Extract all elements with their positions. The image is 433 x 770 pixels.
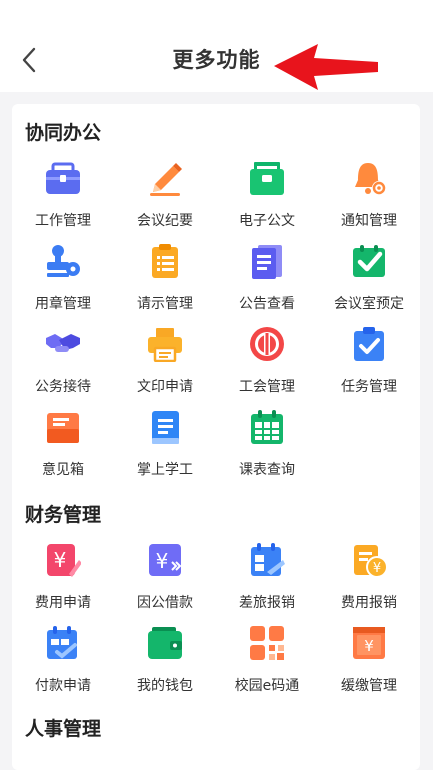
grid-item-label: 请示管理 [137, 296, 193, 312]
grid-item[interactable]: 用章管理 [12, 243, 114, 327]
section-title-finance: 财务管理 [25, 504, 102, 526]
reimburse-coin-icon: ¥ [354, 545, 387, 578]
grid-item[interactable]: 任务管理 [318, 326, 420, 410]
grid-item[interactable]: 校园e码通 [216, 625, 318, 709]
grid-item[interactable]: 会议室预定 [318, 243, 420, 327]
grid-item[interactable]: 付款申请 [12, 625, 114, 709]
svg-text:¥: ¥ [156, 549, 169, 573]
grid-item-label: 因公借款 [137, 595, 193, 611]
mailbox-icon [47, 413, 79, 443]
function-card: 协同办公 工作管理 会议纪要 电子公文 通知管理用章管理 请示管理 公告查看 会议室预定公务… [12, 104, 420, 770]
grid-item-label: 意见箱 [42, 462, 84, 478]
grid-item[interactable]: 请示管理 [114, 243, 216, 327]
grid-item[interactable]: 掌上学工 [114, 409, 216, 493]
grid-item[interactable]: 工会管理 [216, 326, 318, 410]
grid-item-label: 缓缴管理 [341, 678, 397, 694]
payment-calendar-icon [47, 626, 77, 659]
handshake-icon [46, 334, 80, 352]
grid-item[interactable]: ¥ 因公借款 [114, 542, 216, 626]
grid-item-label: 用章管理 [35, 296, 91, 312]
printer-icon [148, 328, 182, 362]
grid-item[interactable]: 会议纪要 [114, 160, 216, 244]
grid-item[interactable]: 意见箱 [12, 409, 114, 493]
grid-item-label: 会议室预定 [334, 296, 404, 312]
grid-item-label: 工会管理 [239, 379, 295, 395]
calendar-icon [251, 410, 283, 444]
grid-item[interactable]: 差旅报销 [216, 542, 318, 626]
grid-item[interactable]: 通知管理 [318, 160, 420, 244]
svg-text:¥: ¥ [54, 548, 67, 572]
grid-item-label: 工作管理 [35, 213, 91, 229]
section-title-hr: 人事管理 [25, 718, 102, 740]
section-title-collaboration: 协同办公 [25, 122, 102, 144]
grid-item-label: 文印申请 [137, 379, 193, 395]
yuan-arrow-icon: ¥ [149, 544, 182, 576]
grid-item[interactable]: 我的钱包 [114, 625, 216, 709]
grid-item[interactable]: 文印申请 [114, 326, 216, 410]
book-icon [152, 411, 179, 444]
stamp-icon [47, 245, 80, 277]
pen-icon [150, 163, 182, 196]
document-icon [252, 245, 282, 279]
task-check-icon [354, 327, 384, 361]
briefcase-icon [46, 162, 80, 194]
grid-item[interactable]: 公告查看 [216, 243, 318, 327]
grid-item-label: 电子公文 [239, 213, 295, 229]
grid-item-label: 费用报销 [341, 595, 397, 611]
grid-item[interactable]: 公务接待 [12, 326, 114, 410]
grid-item-label: 费用申请 [35, 595, 91, 611]
grid-item-label: 公务接待 [35, 379, 91, 395]
grid-item-label: 课表查询 [239, 462, 295, 478]
grid-item-label: 公告查看 [239, 296, 295, 312]
deferral-box-icon: ¥ [353, 627, 385, 659]
grid-item-label: 通知管理 [341, 213, 397, 229]
yuan-pen-icon: ¥ [47, 544, 81, 577]
grid-item-label: 付款申请 [35, 678, 91, 694]
grid-item[interactable]: ¥ 费用申请 [12, 542, 114, 626]
grid-item-label: 我的钱包 [137, 678, 193, 694]
grid-item[interactable]: 工作管理 [12, 160, 114, 244]
travel-calendar-icon [251, 543, 285, 576]
svg-text:¥: ¥ [364, 637, 374, 655]
red-annotation-arrow-icon [274, 44, 378, 90]
grid-item[interactable]: 电子公文 [216, 160, 318, 244]
folder-icon [250, 162, 284, 195]
grid-item[interactable]: ¥ 费用报销 [318, 542, 420, 626]
grid-item-label: 会议纪要 [137, 213, 193, 229]
grid-item-label: 掌上学工 [137, 462, 193, 478]
grid-item-label: 校园e码通 [234, 678, 300, 694]
union-badge-icon [250, 327, 284, 361]
wallet-icon [148, 627, 182, 659]
top-bar: 更多功能 [0, 0, 433, 92]
qr-code-icon [250, 626, 284, 660]
check-board-icon [353, 245, 385, 277]
grid-item-label: 任务管理 [341, 379, 397, 395]
grid-item-label: 差旅报销 [239, 595, 295, 611]
bell-icon [355, 163, 386, 195]
svg-text:¥: ¥ [373, 561, 381, 576]
grid-item[interactable]: ¥ 缓缴管理 [318, 625, 420, 709]
grid-item[interactable]: 课表查询 [216, 409, 318, 493]
clipboard-icon [152, 244, 178, 278]
